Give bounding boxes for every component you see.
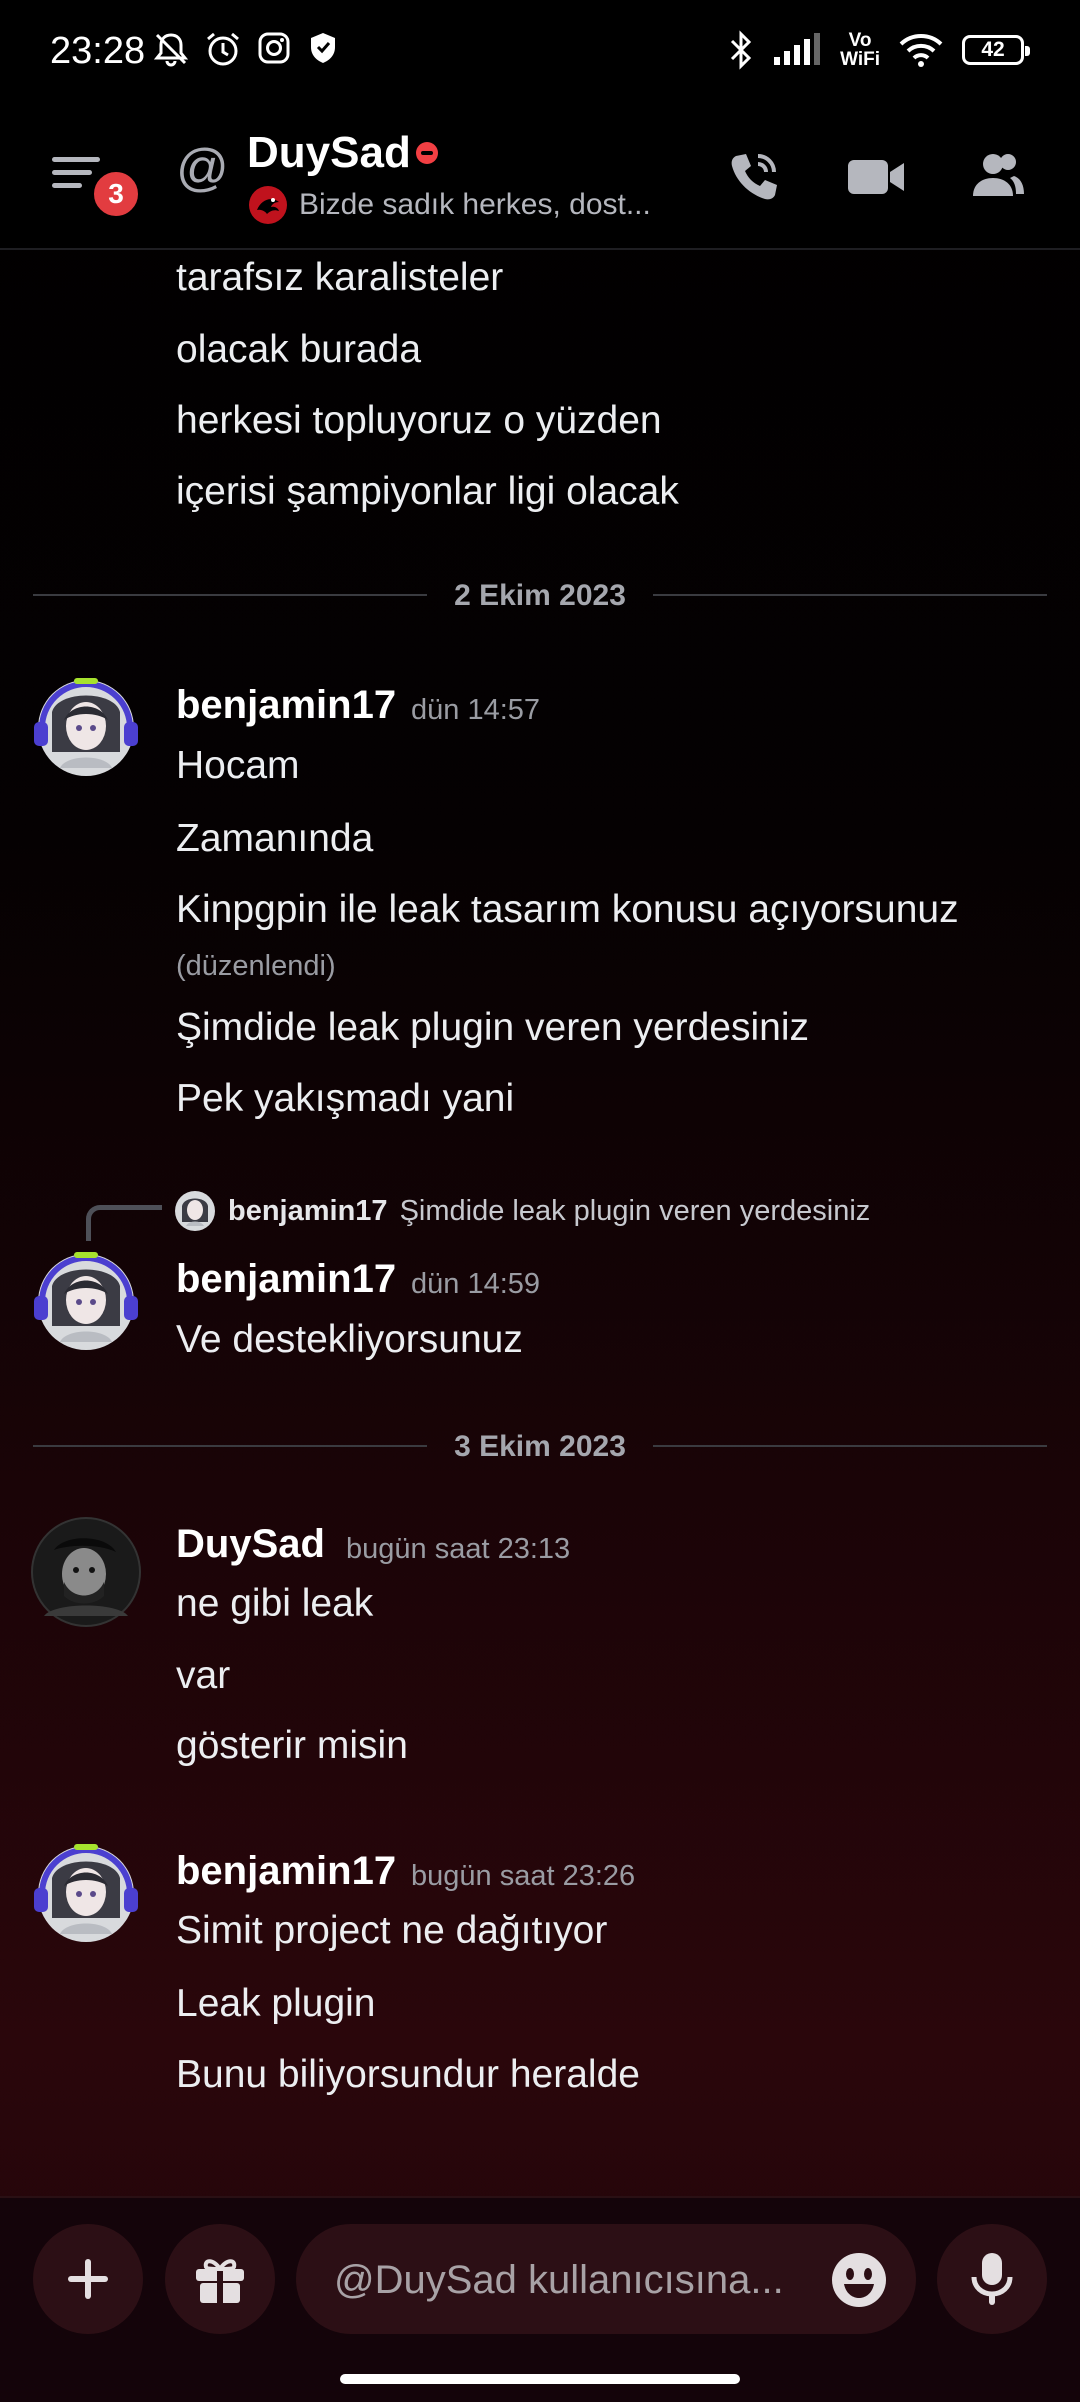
message-line: Ve destekliyorsunuz [176, 1318, 523, 1361]
message-line: Leak plugin [176, 1982, 376, 2025]
message-line: Zamanında [176, 817, 374, 860]
status-time: 23:28 [50, 30, 146, 72]
message-author[interactable]: benjamin17 [176, 683, 396, 728]
message-line: Bunu biliyorsundur heralde [176, 2053, 640, 2096]
emoji-icon[interactable] [830, 2251, 888, 2309]
vowifi-indicator: Vo WiFi [840, 31, 880, 69]
message-composer [0, 2196, 1080, 2402]
microphone-icon [971, 2253, 1013, 2305]
message-timestamp: bugün saat 23:26 [411, 1860, 636, 1892]
avatar[interactable] [30, 1838, 142, 1950]
date-separator: 2 Ekim 2023 [33, 579, 1047, 612]
bluetooth-icon [731, 30, 752, 70]
message-line: Şimdide leak plugin veren yerdesiniz [176, 1006, 810, 1049]
message-input-wrapper [296, 2224, 916, 2336]
instagram-icon [258, 32, 290, 64]
status-left-icons [152, 30, 340, 68]
message-author[interactable]: benjamin17 [176, 1257, 396, 1302]
date-separator-text: 2 Ekim 2023 [454, 579, 626, 612]
add-attachment-button[interactable] [33, 2224, 143, 2334]
message-line: içerisi şampiyonlar ligi olacak [176, 470, 679, 513]
avatar[interactable] [30, 672, 142, 784]
video-call-icon[interactable] [846, 146, 908, 208]
message-line: olacak burada [176, 328, 422, 371]
members-icon[interactable] [966, 146, 1028, 208]
unread-badge: 3 [90, 168, 142, 220]
message-line: Kinpgpin ile leak tasarım konusu açıyors… [176, 888, 959, 931]
message-line: Hocam [176, 744, 300, 787]
message-author[interactable]: benjamin17 [176, 1849, 396, 1894]
vowifi-bottom: WiFi [840, 49, 880, 70]
home-indicator[interactable] [340, 2374, 740, 2384]
message-line: tarafsız karalisteler [176, 256, 504, 299]
gift-icon [196, 2259, 244, 2303]
shield-icon [311, 33, 335, 63]
header-name[interactable]: DuySad [247, 128, 411, 178]
voice-call-icon[interactable] [722, 146, 784, 208]
date-separator: 3 Ekim 2023 [33, 1430, 1047, 1463]
avatar[interactable] [30, 1246, 142, 1358]
reply-preview[interactable]: benjamin17 Şimdide leak plugin veren yer… [174, 1190, 870, 1232]
gift-button[interactable] [165, 2224, 275, 2334]
status-bar: 23:28 Vo WiFi 42 [0, 0, 1080, 108]
message-line: herkesi topluyoruz o yüzden [176, 399, 662, 442]
reply-connector [86, 1205, 162, 1241]
date-separator-text: 3 Ekim 2023 [454, 1430, 626, 1463]
bell-off-icon [153, 33, 189, 67]
battery-icon: 42 [962, 35, 1030, 65]
dragon-emoji-icon [249, 186, 287, 224]
at-icon: @ [176, 139, 229, 197]
message-timestamp: bugün saat 23:13 [346, 1533, 571, 1565]
message-input[interactable] [332, 2224, 806, 2336]
message-line: var [176, 1654, 231, 1697]
header-status-text: Bizde sadık herkes, dost... [299, 188, 651, 221]
signal-icon [774, 33, 821, 65]
message-timestamp: dün 14:57 [411, 694, 541, 726]
message-author[interactable]: DuySad [176, 1522, 325, 1567]
dnd-status-icon [416, 142, 438, 164]
reply-text: Şimdide leak plugin veren yerdesiniz [399, 1194, 871, 1227]
wifi-icon [899, 34, 943, 67]
message-line: ne gibi leak [176, 1582, 374, 1625]
message-line: Pek yakışmadı yani [176, 1077, 515, 1120]
alarm-icon [207, 32, 239, 66]
plus-icon [68, 2259, 108, 2299]
reply-avatar [175, 1191, 215, 1231]
edited-label: (düzenlendi) [176, 950, 336, 982]
header-status[interactable]: Bizde sadık herkes, dost... [247, 184, 651, 226]
status-right-icons: Vo WiFi 42 [728, 30, 1030, 70]
message-timestamp: dün 14:59 [411, 1268, 541, 1300]
reply-author: benjamin17 [228, 1194, 388, 1227]
message-line: gösterir misin [176, 1724, 408, 1767]
message-line: Simit project ne dağıtıyor [176, 1909, 608, 1952]
avatar[interactable] [30, 1516, 142, 1628]
voice-message-button[interactable] [937, 2224, 1047, 2334]
vowifi-top: Vo [848, 30, 872, 51]
channel-header: 3 @ DuySad Bizde sadık herkes, dost... [0, 108, 1080, 250]
